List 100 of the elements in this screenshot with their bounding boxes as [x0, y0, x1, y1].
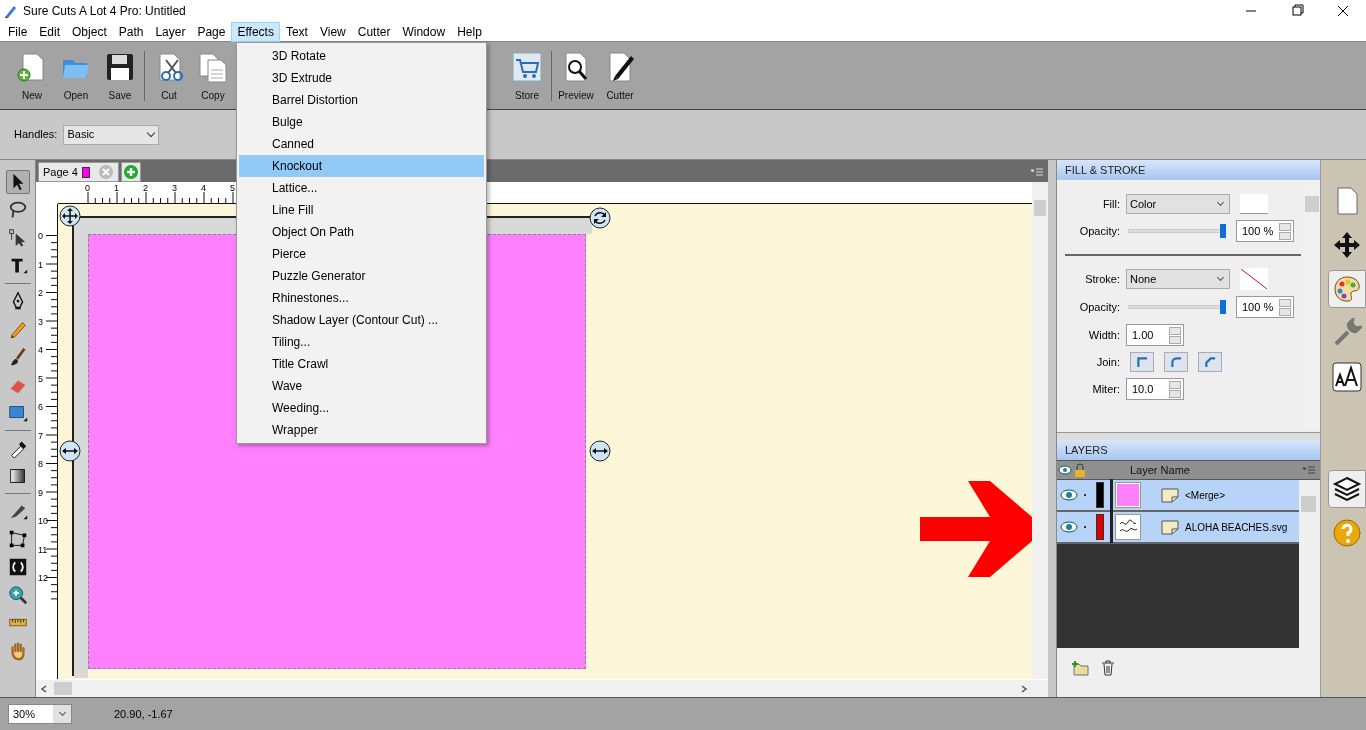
menu-item[interactable]: 3D Extrude	[239, 67, 484, 89]
menu-item[interactable]: File	[2, 21, 34, 42]
menu-item[interactable]: Shadow Layer (Contour Cut) ...	[239, 309, 484, 331]
eye-icon[interactable]	[1060, 489, 1078, 501]
menu-item[interactable]: Line Fill	[239, 199, 484, 221]
menu-item[interactable]: Puzzle Generator	[239, 265, 484, 287]
menu-item[interactable]: Barrel Distortion	[239, 89, 484, 111]
vertical-scrollbar[interactable]	[1032, 182, 1048, 679]
resize-handle-icon[interactable]	[59, 440, 81, 462]
shopping-cart-icon	[510, 49, 544, 84]
slider-thumb[interactable]	[1220, 300, 1226, 314]
field-label: Join:	[1095, 354, 1120, 370]
panel-header: FILL & STROKE	[1057, 160, 1320, 180]
panel-splitter[interactable]	[1057, 432, 1320, 440]
menu-item[interactable]: Text	[279, 21, 314, 42]
toolbar-button[interactable]: Save	[98, 45, 142, 106]
cursor-coordinates: 20.90, -1.67	[114, 706, 173, 722]
column-header: Layer Name	[1130, 462, 1190, 478]
layer-name: <Merge>	[1185, 488, 1226, 503]
menu-item[interactable]: Layer	[149, 21, 192, 42]
menu-item[interactable]: Object	[66, 21, 113, 42]
toolbar-button[interactable]: Open	[54, 45, 98, 106]
trash-icon[interactable]	[1101, 660, 1115, 676]
menu-item[interactable]: Weeding...	[239, 397, 484, 419]
layer-row[interactable]: <Merge>	[1057, 480, 1299, 512]
menu-item[interactable]: Knockout	[239, 155, 484, 177]
menu-item[interactable]: 3D Rotate	[239, 45, 484, 67]
no-stroke-swatch[interactable]	[1240, 268, 1268, 290]
menu-item[interactable]: Object On Path	[239, 221, 484, 243]
opacity-slider[interactable]	[1128, 223, 1226, 239]
rotate-handle-icon[interactable]	[589, 207, 611, 229]
menu-item[interactable]: Window	[396, 21, 452, 42]
menu-item[interactable]: Lattice...	[239, 177, 484, 199]
tool-button[interactable]	[5, 170, 30, 194]
ruler-number: 2	[38, 288, 43, 298]
join-button[interactable]	[1198, 352, 1222, 372]
ruler-number: 8	[38, 459, 43, 469]
add-page-icon[interactable]	[122, 164, 139, 180]
font-size-icon	[1332, 362, 1362, 392]
layer-name: ALOHA BEACHES.svg	[1185, 520, 1288, 535]
fill-swatch[interactable]	[1240, 194, 1268, 214]
move-handle-icon[interactable]	[59, 205, 81, 227]
menu-item[interactable]: Title Crawl	[239, 353, 484, 375]
menu-item[interactable]: Path	[112, 21, 150, 42]
toolbar-button[interactable]: Cut	[147, 45, 191, 106]
add-folder-icon[interactable]	[1071, 660, 1089, 676]
ruler-number: 0	[38, 231, 43, 241]
width-field[interactable]: 1.00	[1126, 324, 1184, 346]
layer-color-swatch[interactable]	[1096, 514, 1104, 540]
toolbar-button[interactable]: New	[10, 45, 54, 106]
handles-dropdown[interactable]: Basic	[63, 124, 160, 145]
menu-item[interactable]: Tiling...	[239, 331, 484, 353]
join-button[interactable]	[1130, 352, 1154, 372]
ruler-number: 4	[201, 183, 206, 193]
scroll-thumb[interactable]	[54, 682, 72, 695]
toolbar-button[interactable]: Store	[505, 45, 549, 106]
opacity-slider[interactable]	[1128, 299, 1226, 315]
miter-field[interactable]: 10.0	[1126, 378, 1184, 400]
side-tab[interactable]	[1328, 470, 1366, 508]
slider-thumb[interactable]	[1220, 224, 1226, 238]
field-label: Fill:	[1101, 196, 1120, 212]
menu-item[interactable]: Effects	[231, 21, 280, 42]
opacity-field[interactable]: 100 %	[1236, 296, 1294, 318]
toolbar-button[interactable]: Cutter	[598, 45, 642, 106]
zoom-dropdown[interactable]: 30%	[8, 704, 72, 724]
ruler-number: 11	[38, 544, 48, 555]
opacity-field[interactable]: 100 %	[1236, 220, 1294, 242]
eye-icon	[1058, 465, 1072, 475]
menu-item[interactable]: Wave	[239, 375, 484, 397]
layer-row[interactable]: ALOHA BEACHES.svg	[1057, 512, 1299, 544]
padlock-icon	[1074, 463, 1086, 477]
ruler-number: 5	[230, 183, 235, 193]
menu-item[interactable]: Canned	[239, 133, 484, 155]
menu-item[interactable]: Cutter	[351, 21, 397, 42]
move-icon	[1332, 230, 1362, 260]
join-button[interactable]	[1164, 352, 1188, 372]
ruler-number: 2	[143, 183, 148, 193]
ruler-number: 4	[38, 345, 43, 355]
menu-item[interactable]: Bulge	[239, 111, 484, 133]
ruler-number: 6	[38, 402, 43, 412]
layer-color-swatch[interactable]	[1096, 482, 1104, 508]
menu-item[interactable]: Edit	[33, 21, 67, 42]
toolbar-button[interactable]: Copy	[191, 45, 235, 106]
page-tab[interactable]: Page 4	[38, 162, 119, 182]
menu-item[interactable]: View	[313, 21, 352, 42]
menu-item[interactable]: Page	[191, 21, 232, 42]
stroke-dropdown[interactable]: None	[1126, 269, 1230, 289]
panel-menu-icon[interactable]	[1302, 465, 1316, 475]
pen-icon	[3, 3, 19, 19]
eye-icon[interactable]	[1060, 521, 1078, 533]
horizontal-scrollbar[interactable]	[36, 680, 1048, 697]
fill-dropdown[interactable]: Color	[1126, 194, 1230, 214]
menu-item[interactable]: Help	[451, 21, 488, 42]
toolbar-button[interactable]: Preview	[554, 45, 598, 106]
menu-item[interactable]: Rhinestones...	[239, 287, 484, 309]
vertical-scrollbar[interactable]	[1299, 480, 1320, 648]
resize-handle-icon[interactable]	[589, 440, 611, 462]
menu-item[interactable]: Wrapper	[239, 419, 484, 441]
menu-item[interactable]: Pierce	[239, 243, 484, 265]
ruler-number: 7	[38, 430, 43, 441]
